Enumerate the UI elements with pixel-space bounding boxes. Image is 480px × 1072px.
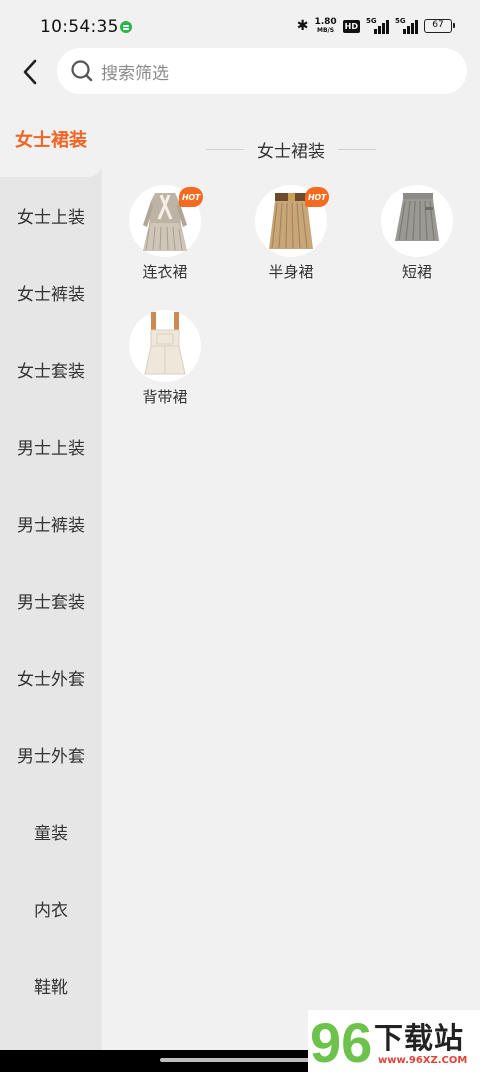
watermark-logo: 96	[310, 1011, 372, 1072]
category-sidebar: 女士裙装 女士上装 女士裤装 女士套装 男士上装 男士裤装 男士套装 女士外套 …	[0, 100, 102, 1050]
status-bar: 10:54:35 ✱ 1.80 MB/S HD 5G 5G 67	[0, 0, 480, 50]
category-item-short-skirt[interactable]: 短裙	[367, 185, 467, 295]
chevron-left-icon	[23, 59, 37, 85]
network-speed: 1.80 MB/S	[314, 17, 337, 35]
overall-skirt-thumbnail	[129, 310, 201, 382]
back-button[interactable]	[12, 54, 48, 90]
search-input[interactable]: 搜索筛选	[57, 48, 467, 94]
divider	[206, 148, 244, 150]
search-icon	[69, 58, 95, 84]
skirt-thumbnail: HOT	[255, 185, 329, 257]
dress-thumbnail: HOT	[129, 185, 203, 257]
category-item-overall-skirt[interactable]: 背带裙	[115, 310, 215, 420]
sidebar-item-mens-outerwear[interactable]: 男士外套	[0, 716, 102, 793]
sidebar-item-womens-dresses[interactable]: 女士裙装	[0, 100, 102, 177]
watermark-name: 下载站	[374, 1021, 465, 1055]
category-label: 半身裙	[268, 263, 314, 281]
sidebar-item-mens-tops[interactable]: 男士上装	[0, 408, 102, 485]
home-indicator[interactable]	[160, 1058, 320, 1062]
bluetooth-icon: ✱	[296, 18, 309, 34]
category-content: 女士裙装 HOT 连衣裙 HOT 半身裙 短裙 背带裙	[102, 100, 480, 1050]
header: 搜索筛选	[0, 48, 480, 94]
section-title: 女士裙装	[102, 136, 480, 162]
category-label: 背带裙	[142, 388, 188, 406]
status-indicators: ✱ 1.80 MB/S HD 5G 5G 67	[296, 16, 455, 36]
sidebar-item-kidswear[interactable]: 童装	[0, 793, 102, 870]
battery-icon: 67	[424, 19, 455, 33]
sidebar-item-womens-sets[interactable]: 女士套装	[0, 331, 102, 408]
short-skirt-image	[395, 193, 439, 241]
svg-text:96: 96	[310, 1011, 372, 1072]
status-time: 10:54:35	[40, 17, 119, 37]
category-label: 连衣裙	[142, 263, 188, 281]
watermark: 96 下载站 www.96XZ.COM	[308, 1010, 480, 1072]
hd-voice-icon: HD	[342, 19, 360, 33]
sidebar-item-underwear[interactable]: 内衣	[0, 870, 102, 947]
short-skirt-thumbnail	[381, 185, 453, 257]
sidebar-item-womens-tops[interactable]: 女士上装	[0, 177, 102, 254]
sidebar-item-womens-outerwear[interactable]: 女士外套	[0, 639, 102, 716]
watermark-url: www.96XZ.COM	[378, 1055, 468, 1066]
hot-badge: HOT	[305, 187, 329, 207]
sidebar-item-mens-sets[interactable]: 男士套装	[0, 562, 102, 639]
divider	[338, 148, 376, 150]
sidebar-item-shoes[interactable]: 鞋靴	[0, 947, 102, 1024]
overall-skirt-image	[144, 312, 186, 375]
search-placeholder: 搜索筛选	[101, 63, 169, 84]
category-label: 短裙	[401, 263, 432, 281]
sidebar-item-womens-pants[interactable]: 女士裤装	[0, 254, 102, 331]
section-title-text: 女士裙装	[257, 141, 325, 162]
category-item-skirt[interactable]: HOT 半身裙	[241, 185, 341, 295]
signal-icon-2: 5G	[395, 17, 418, 34]
sidebar-item-mens-pants[interactable]: 男士裤装	[0, 485, 102, 562]
category-item-dress[interactable]: HOT 连衣裙	[115, 185, 215, 295]
message-app-icon	[120, 21, 132, 33]
hot-badge: HOT	[179, 187, 203, 207]
signal-icon: 5G	[366, 17, 389, 34]
